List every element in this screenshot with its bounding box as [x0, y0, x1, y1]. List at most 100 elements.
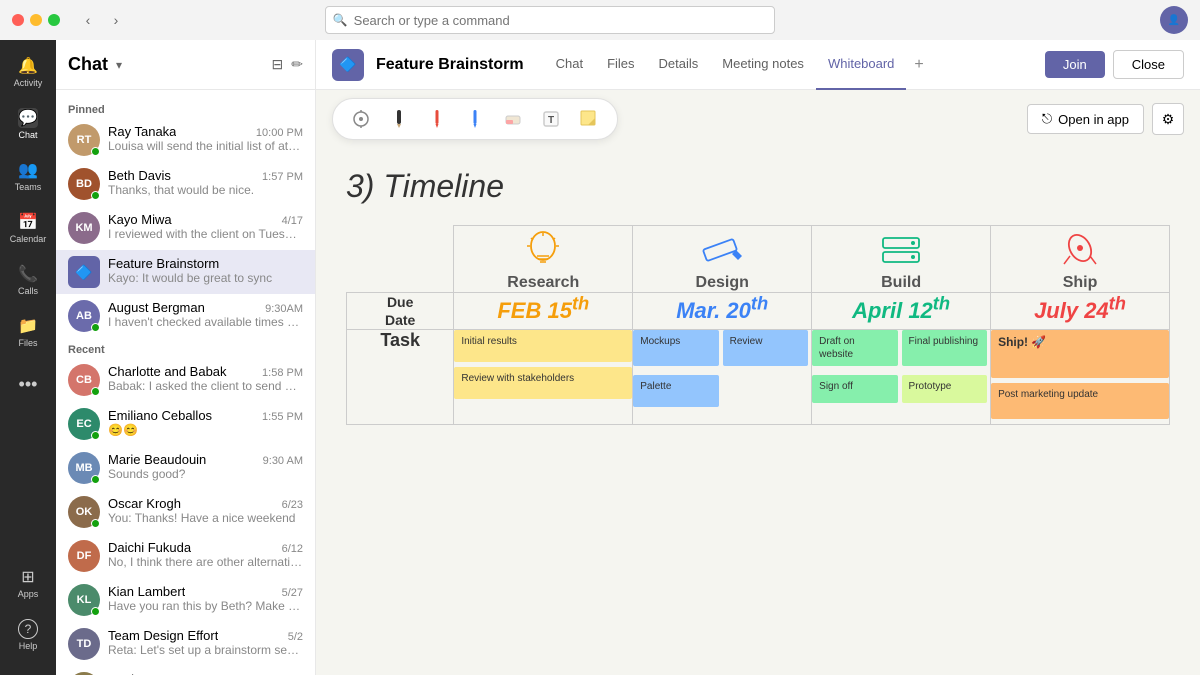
filter-icon[interactable]: ⊟: [272, 56, 284, 73]
close-button[interactable]: Close: [1113, 50, 1184, 79]
phase-design-header: Design: [633, 226, 812, 293]
contact-name: Marie Beaudouin: [108, 452, 206, 467]
chat-panel-title: Chat: [68, 54, 108, 75]
files-icon: 📁: [18, 316, 38, 336]
sidebar-label-help: Help: [19, 641, 38, 651]
sticky-note: Sign off: [812, 375, 897, 403]
timeline-table: Research Design: [346, 225, 1170, 425]
pen-blue-tool[interactable]: [461, 105, 489, 133]
build-due-date: April 12th: [812, 293, 991, 330]
message-time: 5/2: [288, 631, 303, 643]
pen-icon: [700, 236, 744, 264]
search-icon: 🔍: [333, 13, 348, 27]
pencil-black-tool[interactable]: [385, 105, 413, 133]
sidebar-item-chat[interactable]: 💬 Chat: [8, 100, 48, 148]
maximize-window-button[interactable]: [48, 14, 60, 26]
more-icon: •••: [18, 374, 38, 394]
message-preview: Kayo: It would be great to sync: [108, 271, 303, 285]
sidebar-label-activity: Activity: [14, 78, 43, 88]
channel-icon: 🔷: [332, 49, 364, 81]
chat-item-content: Emiliano Ceballos 1:55 PM 😊😊: [108, 408, 303, 437]
message-preview: Reta: Let's set up a brainstorm session …: [108, 643, 303, 657]
message-preview: Sounds good?: [108, 467, 303, 481]
whiteboard-settings-button[interactable]: ⚙: [1152, 103, 1184, 135]
message-time: 1:58 PM: [262, 367, 303, 379]
research-due-date: FEB 15th: [454, 293, 633, 330]
open-in-app-button[interactable]: ⎋ Open in app: [1027, 104, 1144, 134]
new-chat-icon[interactable]: ✏: [291, 56, 303, 73]
tab-files[interactable]: Files: [595, 40, 646, 90]
group-chat-icon: 🔷: [68, 256, 100, 288]
sidebar-bottom: ⊞ Apps ? Help: [8, 559, 48, 667]
user-avatar[interactable]: 👤: [1160, 6, 1188, 34]
avatar: EC: [68, 408, 100, 440]
sidebar-item-activity[interactable]: 🔔 Activity: [8, 48, 48, 96]
contact-name: Feature Brainstorm: [108, 256, 219, 271]
sidebar-item-help[interactable]: ? Help: [8, 611, 48, 659]
list-item[interactable]: BD Beth Davis 1:57 PM Thanks, that would…: [56, 162, 315, 206]
chat-item-content: Oscar Krogh 6/23 You: Thanks! Have a nic…: [108, 496, 303, 525]
list-item-feature-brainstorm[interactable]: 🔷 Feature Brainstorm Kayo: It would be g…: [56, 250, 315, 294]
text-tool[interactable]: T: [537, 105, 565, 133]
message-preview: Babak: I asked the client to send her fe…: [108, 379, 303, 393]
sidebar-item-files[interactable]: 📁 Files: [8, 308, 48, 356]
minimize-window-button[interactable]: [30, 14, 42, 26]
list-item[interactable]: MB Marie Beaudouin 9:30 AM Sounds good?: [56, 446, 315, 490]
sticky-note: Prototype: [902, 375, 987, 403]
due-date-row-label: DueDate: [347, 293, 454, 330]
list-item[interactable]: EC Emiliano Ceballos 1:55 PM 😊😊: [56, 402, 315, 446]
tab-details[interactable]: Details: [647, 40, 711, 90]
sticky-note: Post marketing update: [991, 383, 1169, 419]
avatar: OK: [68, 496, 100, 528]
sidebar-item-calendar[interactable]: 📅 Calendar: [8, 204, 48, 252]
main-content: 🔷 Feature Brainstorm Chat Files Details …: [316, 40, 1200, 675]
list-item[interactable]: AB August Bergman 9:30AM I haven't check…: [56, 294, 315, 338]
bulb-icon: [523, 228, 563, 272]
chat-item-content: Beth Davis 1:57 PM Thanks, that would be…: [108, 168, 303, 197]
forward-button[interactable]: ›: [104, 8, 128, 32]
message-preview: I reviewed with the client on Tuesda...: [108, 227, 303, 241]
tab-whiteboard[interactable]: Whiteboard: [816, 40, 906, 90]
list-item[interactable]: DF Daichi Fukuda 6/12 No, I think there …: [56, 534, 315, 578]
online-status-dot: [91, 607, 100, 616]
list-item[interactable]: KL Kian Lambert 5/27 Have you ran this b…: [56, 578, 315, 622]
sticky-note: Mockups: [633, 330, 718, 366]
tab-chat[interactable]: Chat: [544, 40, 595, 90]
search-input[interactable]: [325, 6, 775, 34]
wb-right-actions: ⎋ Open in app ⚙: [1027, 103, 1184, 135]
list-item[interactable]: TD Team Design Effort 5/2 Reta: Let's se…: [56, 622, 315, 666]
message-time: 6/12: [282, 543, 303, 555]
list-item[interactable]: RT Ray Tanaka 10:00 PM Louisa will send …: [56, 118, 315, 162]
eraser-tool[interactable]: [499, 105, 527, 133]
list-item[interactable]: RV Reviewers 4/29 Darren: Thats fine wit…: [56, 666, 315, 675]
message-time: 5/27: [282, 587, 303, 599]
sticky-note: Ship! 🚀: [991, 330, 1169, 378]
tab-meeting-notes[interactable]: Meeting notes: [710, 40, 816, 90]
add-tab-button[interactable]: +: [906, 40, 931, 90]
message-time: 10:00 PM: [256, 127, 303, 139]
join-button[interactable]: Join: [1045, 51, 1105, 78]
sticky-note-tool[interactable]: [575, 105, 603, 133]
sidebar-item-more[interactable]: •••: [8, 360, 48, 408]
avatar: MB: [68, 452, 100, 484]
pen-red-tool[interactable]: [423, 105, 451, 133]
chat-item-content: Feature Brainstorm Kayo: It would be gre…: [108, 256, 303, 285]
help-icon: ?: [18, 619, 38, 639]
sidebar-item-calls[interactable]: 📞 Calls: [8, 256, 48, 304]
sidebar-item-apps[interactable]: ⊞ Apps: [8, 559, 48, 607]
contact-name: Ray Tanaka: [108, 124, 176, 139]
list-item[interactable]: CB Charlotte and Babak 1:58 PM Babak: I …: [56, 358, 315, 402]
whiteboard-canvas[interactable]: 3) Timeline: [316, 148, 1200, 675]
open-in-app-label: Open in app: [1058, 112, 1129, 127]
list-item[interactable]: OK Oscar Krogh 6/23 You: Thanks! Have a …: [56, 490, 315, 534]
select-tool[interactable]: [347, 105, 375, 133]
close-window-button[interactable]: [12, 14, 24, 26]
list-item[interactable]: KM Kayo Miwa 4/17 I reviewed with the cl…: [56, 206, 315, 250]
chat-title-dropdown-icon[interactable]: ▾: [116, 58, 122, 72]
svg-text:T: T: [548, 115, 554, 126]
ship-tasks-cell: Ship! 🚀 Post marketing update: [991, 330, 1170, 425]
chat-item-content: Ray Tanaka 10:00 PM Louisa will send the…: [108, 124, 303, 153]
sidebar-item-teams[interactable]: 👥 Teams: [8, 152, 48, 200]
back-button[interactable]: ‹: [76, 8, 100, 32]
chat-header-icons: ⊟ ✏: [272, 56, 303, 73]
